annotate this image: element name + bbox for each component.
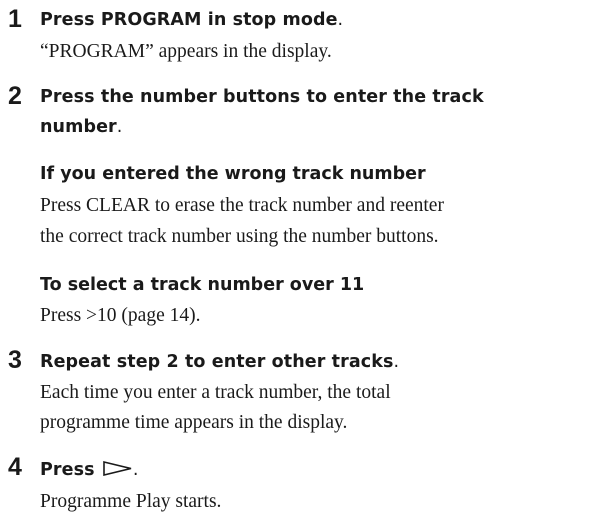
step-heading-period: . bbox=[132, 460, 139, 480]
step-heading-text: Press bbox=[40, 460, 95, 480]
play-icon bbox=[103, 456, 133, 487]
step-number: 1 bbox=[8, 5, 22, 33]
note-title: To select a track number over 11 bbox=[40, 275, 365, 295]
step-heading-line-1: Press the number buttons to enter the tr… bbox=[40, 87, 484, 107]
step-number: 3 bbox=[8, 346, 22, 374]
step-description-line: programme time appears in the display. bbox=[40, 412, 348, 433]
note-line: Press CLEAR to erase the track number an… bbox=[40, 195, 444, 216]
instruction-page: 1 Press PROGRAM in stop mode. “PROGRAM” … bbox=[0, 0, 598, 530]
step-heading: Press PROGRAM in stop mode. bbox=[40, 5, 343, 36]
step-heading-period: . bbox=[393, 352, 400, 372]
note-line: Press >10 (page 14). bbox=[40, 305, 201, 326]
step-description: “PROGRAM” appears in the display. bbox=[40, 41, 332, 62]
step-description-line: Each time you enter a track number, the … bbox=[40, 382, 391, 403]
step-heading-text: Repeat step 2 to enter other tracks bbox=[40, 352, 394, 372]
step-heading: Repeat step 2 to enter other tracks. bbox=[40, 347, 399, 378]
note-title: If you entered the wrong track number bbox=[40, 164, 426, 184]
step-heading-text: number bbox=[40, 117, 117, 137]
step-number: 4 bbox=[8, 453, 22, 481]
note-line: the correct track number using the numbe… bbox=[40, 226, 439, 247]
step-heading-period: . bbox=[337, 10, 344, 30]
step-heading-text: Press PROGRAM in stop mode bbox=[40, 10, 338, 30]
step-heading-period: . bbox=[116, 117, 123, 137]
step-heading: Press . bbox=[40, 455, 139, 487]
step-description: Programme Play starts. bbox=[40, 491, 222, 512]
step-number: 2 bbox=[8, 82, 22, 110]
step-heading-line-2: number. bbox=[40, 112, 122, 143]
